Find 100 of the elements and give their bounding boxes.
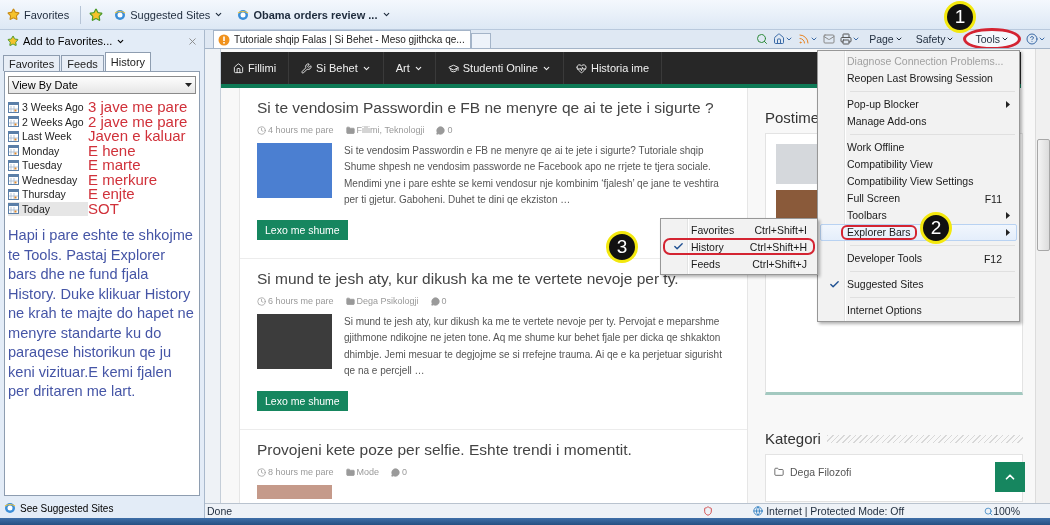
read-more-button[interactable]: Lexo me shume [257, 220, 348, 241]
wrench-icon [301, 62, 313, 74]
mail-icon[interactable] [823, 33, 836, 45]
view-select[interactable]: View By Date [8, 76, 196, 94]
annotation-note: SOT [88, 201, 119, 216]
comment-count: 0 [436, 125, 453, 135]
menu-item[interactable]: Feeds Ctrl+Shift+J [663, 255, 815, 272]
scrollbar[interactable] [1035, 49, 1050, 503]
caret-icon [185, 83, 192, 87]
folder-icon [345, 467, 355, 477]
browser-logo-icon [4, 502, 16, 514]
close-icon[interactable] [187, 35, 198, 47]
home-button[interactable] [773, 33, 794, 45]
star-icon [7, 35, 19, 47]
suggested-sites-link[interactable]: See Suggested Sites [20, 502, 114, 514]
home-icon [233, 62, 244, 74]
calendar-icon [8, 188, 19, 200]
favorites-link[interactable]: Obama orders review ... [234, 6, 394, 23]
menu-item[interactable]: Manage Add-ons [820, 113, 1017, 130]
browser-logo-icon [237, 8, 250, 21]
browser-tab[interactable]: Tutoriale shqip Falas | Si Behet - Meso gjithcka qe... [213, 30, 471, 48]
nav-link[interactable]: Si Behet [301, 52, 384, 84]
post-title[interactable]: Si mund te jesh aty, kur dikush ka me te vertete nevoje per ty. [257, 269, 730, 290]
zoom-icon [984, 506, 994, 516]
menu-item[interactable]: Compatibility View Settings [820, 173, 1017, 190]
nav-link[interactable]: Art [395, 52, 436, 84]
post-time: 8 hours me pare [257, 467, 334, 478]
caret-icon [381, 10, 391, 19]
pane-tab[interactable]: History [104, 52, 152, 71]
caret-icon [894, 35, 903, 43]
menu-item[interactable]: Reopen Last Browsing Session [820, 70, 1017, 87]
graduation-cap-icon [447, 62, 459, 74]
back-to-top-button[interactable] [995, 462, 1025, 492]
zoom-level[interactable]: 100% [993, 505, 1020, 517]
nav-link[interactable]: Historia ime [576, 52, 663, 84]
menu-item[interactable]: Favorites Ctrl+Shift+I [663, 221, 815, 238]
printer-icon [840, 33, 853, 45]
history-item[interactable]: 3 Weeks Ago [8, 100, 88, 115]
calendar-icon [8, 159, 19, 171]
folder-icon [345, 296, 355, 306]
menu-item[interactable]: History Ctrl+Shift+H [663, 238, 815, 255]
post-excerpt: Si te vendosim Passwordin e FB ne menyre qe ai te jete i sigurte? Tutoriale shqip Shume shpesh ne vendosim passworde ne Facebook apo ne rrjete te tjera sociale. Mendimi yne i pare eshte se kemi vendosur nje kombinim ‘fjalesh’ qe jane te veshtira per ti gjetur. Gaboheni. Duhet te dini qe ekziston … [344, 144, 720, 207]
history-item[interactable]: Today [8, 201, 88, 216]
search-icon[interactable] [756, 33, 769, 45]
annotation-note: E merkure [88, 172, 159, 187]
menu-item[interactable]: Work Offline [820, 139, 1017, 156]
history-item[interactable]: 2 Weeks Ago [8, 114, 88, 129]
sidebar-heading: Postime [765, 108, 820, 127]
annotation-note: E marte [88, 158, 142, 173]
pane-tab[interactable]: Favorites [3, 55, 61, 71]
help-button[interactable] [1026, 33, 1046, 45]
history-item[interactable]: Wednesday [8, 172, 88, 187]
history-item[interactable]: Thursday [8, 187, 88, 202]
calendar-icon [8, 145, 19, 157]
post-title[interactable]: Provojeni kete poze per selfie. Eshte trendi i momentit. [257, 440, 730, 461]
caret-icon [1038, 35, 1046, 43]
home-icon [773, 33, 786, 45]
menu-item[interactable]: Suggested Sites [820, 276, 1017, 293]
safety-menu-button[interactable]: Safety [911, 31, 959, 47]
comment-count: 0 [430, 296, 447, 307]
star-icon [7, 8, 20, 21]
menu-item[interactable]: Full Screen F11 [820, 190, 1017, 207]
clock-icon [257, 125, 266, 135]
history-item[interactable]: Monday [8, 143, 88, 158]
pane-tab[interactable]: Feeds [61, 55, 104, 71]
security-zone-text[interactable]: Internet | Protected Mode: Off [766, 505, 905, 517]
history-item[interactable]: Last Week [8, 129, 88, 144]
post-excerpt: Si mund te jesh aty, kur dikush ka me te vertete nevoje per ty. Pervojat e meparshme gjithmone ndikojne ne jeten tone. Aq me shume kur behet fjale per dicka qe shkakton dhimbje. Jemi mesuar te degjojme se si rrefejne trauma. Ai qe e ka perjetuar sigurisht qe na e percjell … [344, 315, 723, 379]
nav-link[interactable]: Studenti Online [447, 52, 564, 84]
menu-item[interactable]: Developer Tools F12 [820, 250, 1017, 267]
post-time: 4 hours me pare [257, 125, 334, 135]
caret-icon [214, 10, 224, 19]
favorites-link[interactable]: Suggested Sites [111, 6, 227, 23]
category-link[interactable]: Dega Filozofi [774, 466, 852, 478]
shield-icon[interactable] [703, 506, 714, 516]
print-button[interactable] [840, 33, 861, 45]
feed-icon [798, 33, 811, 45]
nav-link[interactable]: Fillimi [233, 52, 290, 84]
post-title[interactable]: Si te vendosim Passwordin e FB ne menyre qe ai te jete i sigurte ? [257, 98, 730, 118]
clock-icon [257, 467, 266, 477]
menu-item[interactable]: Pop-up Blocker [820, 96, 1017, 113]
submenu-arrow-icon [1006, 212, 1010, 219]
read-more-button[interactable]: Lexo me shume [257, 391, 348, 412]
submenu-arrow-icon [1006, 229, 1010, 236]
menu-item[interactable]: Internet Options [820, 302, 1017, 319]
caret-icon [1001, 35, 1009, 43]
page-menu-button[interactable]: Page [865, 31, 907, 47]
menu-item[interactable]: Compatibility View [820, 156, 1017, 173]
add-favorite-icon[interactable] [89, 7, 104, 22]
browser-logo-icon [114, 8, 127, 21]
heart-icon [576, 62, 587, 74]
status-text: Done [207, 505, 233, 517]
annotation-note: 3 jave me pare [88, 100, 189, 115]
post-time: 6 hours me pare [257, 296, 334, 307]
history-item[interactable]: Tuesday [8, 158, 88, 173]
folder-icon [774, 467, 784, 477]
clock-icon [257, 296, 266, 306]
add-to-favorites-button[interactable]: Add to Favorites... [4, 33, 129, 49]
feed-button[interactable] [798, 33, 819, 45]
favorites-button[interactable]: Favorites [4, 6, 73, 23]
